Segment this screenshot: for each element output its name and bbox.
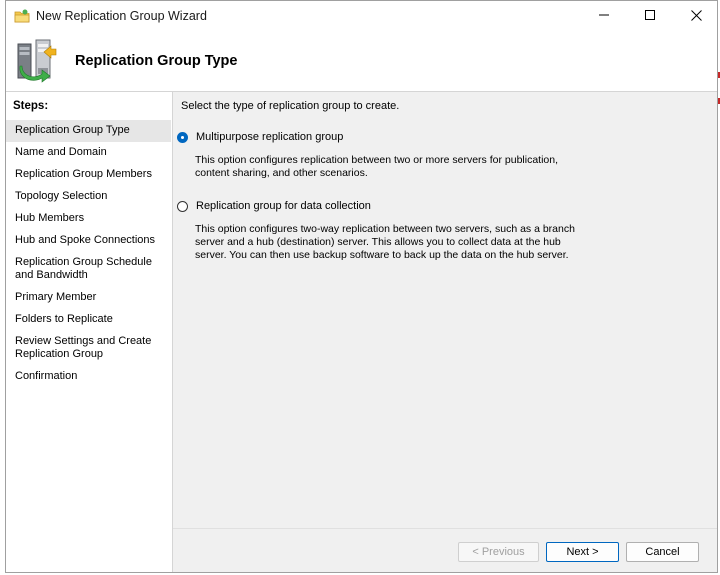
wizard-content: Select the type of replication group to … [173, 92, 717, 528]
folder-replication-icon [14, 9, 30, 23]
wizard-footer: < Previous Next > Cancel [173, 528, 717, 572]
replication-servers-icon [14, 38, 58, 84]
maximize-icon [645, 10, 655, 23]
radio-multipurpose[interactable] [177, 131, 188, 143]
instruction-text: Select the type of replication group to … [181, 100, 400, 112]
minimize-button[interactable] [581, 1, 627, 32]
step-replication-group-members[interactable]: Replication Group Members [6, 164, 171, 186]
step-replication-group-type[interactable]: Replication Group Type [6, 120, 171, 142]
minimize-icon [599, 10, 609, 23]
cancel-button[interactable]: Cancel [626, 542, 699, 562]
next-button[interactable]: Next > [546, 542, 619, 562]
title-bar[interactable]: New Replication Group Wizard [6, 1, 717, 32]
window-title: New Replication Group Wizard [36, 9, 207, 23]
steps-heading: Steps: [13, 100, 49, 112]
wizard-window: New Replication Group Wizard Replication… [5, 0, 718, 573]
maximize-button[interactable] [627, 1, 673, 32]
step-folders-to-replicate[interactable]: Folders to Replicate [6, 309, 171, 331]
option-multipurpose-label[interactable]: Multipurpose replication group [196, 131, 343, 143]
step-schedule-and-bandwidth[interactable]: Replication Group Schedule and Bandwidth [6, 252, 162, 287]
option-multipurpose-description: This option configures replication betwe… [195, 154, 559, 179]
option-multipurpose[interactable]: Multipurpose replication group [177, 131, 343, 143]
option-data-collection[interactable]: Replication group for data collection [177, 200, 371, 212]
step-primary-member[interactable]: Primary Member [6, 287, 171, 309]
step-hub-members[interactable]: Hub Members [6, 208, 171, 230]
page-title: Replication Group Type [75, 53, 238, 69]
option-data-collection-description: This option configures two-way replicati… [195, 223, 575, 261]
close-icon [690, 9, 702, 24]
previous-button[interactable]: < Previous [458, 542, 539, 562]
step-review-settings[interactable]: Review Settings and Create Replication G… [6, 331, 164, 366]
step-topology-selection[interactable]: Topology Selection [6, 186, 171, 208]
steps-pane: Steps: Replication Group Type Name and D… [6, 92, 173, 572]
step-hub-and-spoke-connections[interactable]: Hub and Spoke Connections [6, 230, 171, 252]
step-list: Replication Group Type Name and Domain R… [6, 120, 171, 388]
step-confirmation[interactable]: Confirmation [6, 366, 171, 388]
step-name-and-domain[interactable]: Name and Domain [6, 142, 171, 164]
wizard-header: Replication Group Type [6, 32, 717, 92]
close-button[interactable] [673, 1, 717, 32]
radio-data-collection[interactable] [177, 200, 188, 212]
option-data-collection-label[interactable]: Replication group for data collection [196, 200, 371, 212]
